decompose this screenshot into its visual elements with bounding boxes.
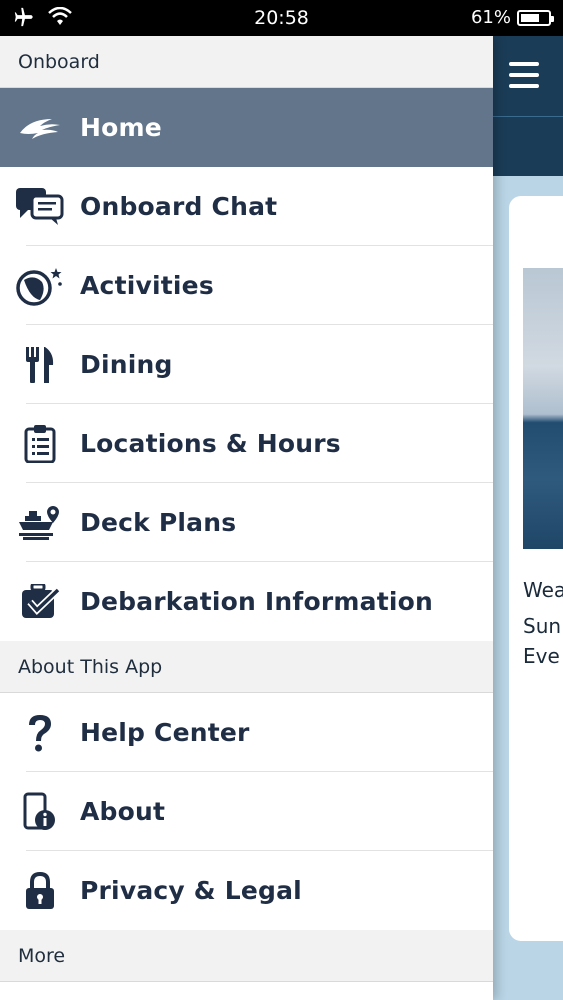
battery-icon [517, 9, 554, 26]
menu-item-activities[interactable]: Activities [0, 246, 493, 325]
menu-item-label: Help Center [80, 718, 250, 747]
status-bar: 20:58 61% [0, 0, 563, 36]
menu-item-label: Onboard Chat [80, 192, 278, 221]
clipboard-icon [0, 424, 80, 463]
card-text-line: Eve [523, 644, 560, 668]
menu-item-label: Deck Plans [80, 508, 237, 537]
menu-item-label: Locations & Hours [80, 429, 341, 458]
menu-item-privacy-legal[interactable]: Privacy & Legal [0, 851, 493, 930]
section-header-about: About This App [0, 641, 493, 693]
card-text-line: Sun [523, 614, 562, 638]
ship-logo-icon [0, 113, 80, 143]
menu-item-debarkation[interactable]: Debarkation Information [0, 562, 493, 641]
question-icon [0, 713, 80, 753]
menu-item-label: Privacy & Legal [80, 876, 302, 905]
deck-plans-icon [0, 505, 80, 540]
home-screen-background: Wea Sun Eve [493, 36, 563, 1000]
phone-info-icon [0, 792, 80, 832]
luggage-check-icon [0, 583, 80, 620]
menu-item-home[interactable]: Home [0, 88, 493, 167]
lock-icon [0, 871, 80, 910]
main-header [493, 36, 563, 176]
menu-item-label: About [80, 797, 166, 826]
menu-item-dining[interactable]: Dining [0, 325, 493, 404]
battery-percent: 61% [470, 7, 511, 28]
menu-item-onboard-chat[interactable]: Onboard Chat [0, 167, 493, 246]
menu-item-label: Debarkation Information [80, 587, 433, 616]
chat-icon [0, 187, 80, 226]
menu-item-locations-hours[interactable]: Locations & Hours [0, 404, 493, 483]
card-text-line: Wea [523, 578, 563, 602]
beach-ball-icon [0, 266, 80, 306]
menu-item-label: Home [80, 113, 162, 142]
ocean-photo [523, 268, 563, 549]
navigation-drawer: Onboard Home Onboard Chat Activities Din… [0, 36, 493, 1000]
section-header-onboard: Onboard [0, 36, 493, 88]
menu-item-label: Dining [80, 350, 173, 379]
menu-item-label: Activities [80, 271, 214, 300]
menu-item-help-center[interactable]: Help Center [0, 693, 493, 772]
home-card[interactable]: Wea Sun Eve [509, 196, 563, 941]
menu-item-about[interactable]: About [0, 772, 493, 851]
fork-knife-icon [0, 346, 80, 383]
section-header-more: More [0, 930, 493, 982]
menu-item-deck-plans[interactable]: Deck Plans [0, 483, 493, 562]
menu-icon[interactable] [509, 62, 539, 88]
